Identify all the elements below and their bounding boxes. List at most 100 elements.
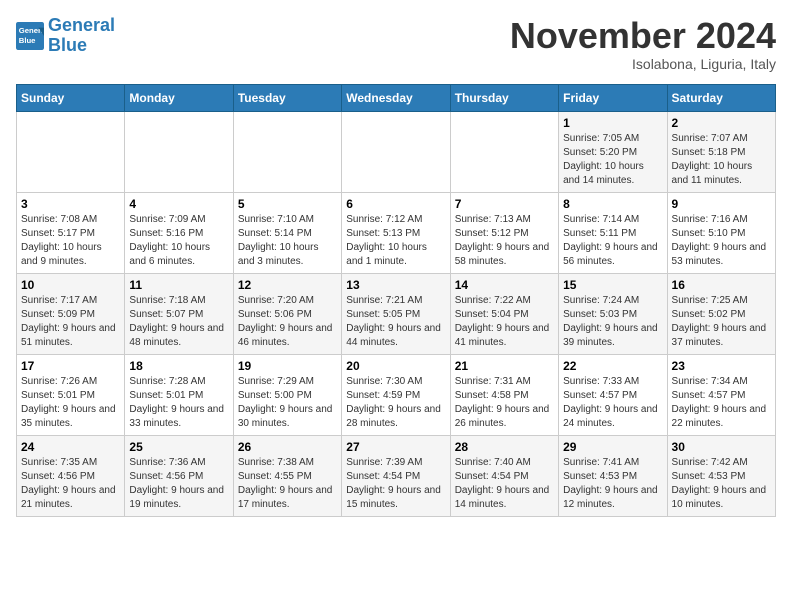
calendar-cell: 23 Sunrise: 7:34 AM Sunset: 4:57 PM Dayli… xyxy=(667,354,775,435)
day-number: 30 xyxy=(672,440,771,454)
col-wednesday: Wednesday xyxy=(342,84,450,111)
day-number: 13 xyxy=(346,278,445,292)
col-friday: Friday xyxy=(559,84,667,111)
day-info: Sunrise: 7:36 AM Sunset: 4:56 PM Dayligh… xyxy=(129,456,228,512)
day-info: Sunrise: 7:20 AM Sunset: 5:06 PM Dayligh… xyxy=(238,294,337,350)
calendar-cell xyxy=(233,111,341,192)
logo: General Blue General Blue xyxy=(16,16,115,56)
day-number: 26 xyxy=(238,440,337,454)
calendar-cell xyxy=(342,111,450,192)
day-number: 1 xyxy=(563,116,662,130)
day-number: 9 xyxy=(672,197,771,211)
day-info: Sunrise: 7:16 AM Sunset: 5:10 PM Dayligh… xyxy=(672,213,771,269)
day-number: 20 xyxy=(346,359,445,373)
calendar-cell: 6 Sunrise: 7:12 AM Sunset: 5:13 PM Daylig… xyxy=(342,192,450,273)
day-number: 6 xyxy=(346,197,445,211)
location-subtitle: Isolabona, Liguria, Italy xyxy=(510,56,776,72)
calendar-cell: 1 Sunrise: 7:05 AM Sunset: 5:20 PM Daylig… xyxy=(559,111,667,192)
day-info: Sunrise: 7:18 AM Sunset: 5:07 PM Dayligh… xyxy=(129,294,228,350)
day-number: 11 xyxy=(129,278,228,292)
calendar-cell: 16Sunrise: 7:25 AM Sunset: 5:02 PM Dayli… xyxy=(667,273,775,354)
calendar-cell: 10Sunrise: 7:17 AM Sunset: 5:09 PM Dayli… xyxy=(17,273,125,354)
week-row-5: 24 Sunrise: 7:35 AM Sunset: 4:56 PM Dayli… xyxy=(17,435,776,516)
day-number: 24 xyxy=(21,440,120,454)
calendar-cell: 8Sunrise: 7:14 AM Sunset: 5:11 PM Daylig… xyxy=(559,192,667,273)
calendar-cell: 19 Sunrise: 7:29 AM Sunset: 5:00 PM Dayli… xyxy=(233,354,341,435)
day-number: 5 xyxy=(238,197,337,211)
day-info: Sunrise: 7:42 AM Sunset: 4:53 PM Dayligh… xyxy=(672,456,771,512)
logo-line2: Blue xyxy=(48,35,87,55)
day-info: Sunrise: 7:21 AM Sunset: 5:05 PM Dayligh… xyxy=(346,294,445,350)
calendar-header: Sunday Monday Tuesday Wednesday Thursday… xyxy=(17,84,776,111)
week-row-4: 17 Sunrise: 7:26 AM Sunset: 5:01 PM Dayli… xyxy=(17,354,776,435)
calendar-cell: 11 Sunrise: 7:18 AM Sunset: 5:07 PM Dayli… xyxy=(125,273,233,354)
day-info: Sunrise: 7:05 AM Sunset: 5:20 PM Dayligh… xyxy=(563,132,662,188)
day-number: 28 xyxy=(455,440,554,454)
day-info: Sunrise: 7:13 AM Sunset: 5:12 PM Dayligh… xyxy=(455,213,554,269)
day-number: 12 xyxy=(238,278,337,292)
day-number: 3 xyxy=(21,197,120,211)
day-number: 17 xyxy=(21,359,120,373)
day-info: Sunrise: 7:35 AM Sunset: 4:56 PM Dayligh… xyxy=(21,456,120,512)
calendar-body: 1 Sunrise: 7:05 AM Sunset: 5:20 PM Daylig… xyxy=(17,111,776,516)
svg-text:Blue: Blue xyxy=(19,36,36,45)
calendar-cell: 18 Sunrise: 7:28 AM Sunset: 5:01 PM Dayli… xyxy=(125,354,233,435)
day-info: Sunrise: 7:24 AM Sunset: 5:03 PM Dayligh… xyxy=(563,294,662,350)
day-number: 23 xyxy=(672,359,771,373)
day-info: Sunrise: 7:17 AM Sunset: 5:09 PM Dayligh… xyxy=(21,294,120,350)
calendar-cell: 7 Sunrise: 7:13 AM Sunset: 5:12 PM Daylig… xyxy=(450,192,558,273)
calendar-table: Sunday Monday Tuesday Wednesday Thursday… xyxy=(16,84,776,517)
header-row: Sunday Monday Tuesday Wednesday Thursday… xyxy=(17,84,776,111)
col-sunday: Sunday xyxy=(17,84,125,111)
calendar-cell xyxy=(450,111,558,192)
page-header: General Blue General Blue November 2024 … xyxy=(16,16,776,72)
calendar-cell: 30 Sunrise: 7:42 AM Sunset: 4:53 PM Dayli… xyxy=(667,435,775,516)
day-number: 18 xyxy=(129,359,228,373)
calendar-cell: 27 Sunrise: 7:39 AM Sunset: 4:54 PM Dayli… xyxy=(342,435,450,516)
day-info: Sunrise: 7:34 AM Sunset: 4:57 PM Dayligh… xyxy=(672,375,771,431)
logo-line1: General xyxy=(48,15,115,35)
day-info: Sunrise: 7:10 AM Sunset: 5:14 PM Dayligh… xyxy=(238,213,337,269)
calendar-cell: 13 Sunrise: 7:21 AM Sunset: 5:05 PM Dayli… xyxy=(342,273,450,354)
day-info: Sunrise: 7:38 AM Sunset: 4:55 PM Dayligh… xyxy=(238,456,337,512)
calendar-cell: 24 Sunrise: 7:35 AM Sunset: 4:56 PM Dayli… xyxy=(17,435,125,516)
week-row-1: 1 Sunrise: 7:05 AM Sunset: 5:20 PM Daylig… xyxy=(17,111,776,192)
day-number: 2 xyxy=(672,116,771,130)
day-info: Sunrise: 7:33 AM Sunset: 4:57 PM Dayligh… xyxy=(563,375,662,431)
day-number: 22 xyxy=(563,359,662,373)
logo-text: General Blue xyxy=(48,16,115,56)
day-info: Sunrise: 7:26 AM Sunset: 5:01 PM Dayligh… xyxy=(21,375,120,431)
day-info: Sunrise: 7:09 AM Sunset: 5:16 PM Dayligh… xyxy=(129,213,228,269)
day-info: Sunrise: 7:12 AM Sunset: 5:13 PM Dayligh… xyxy=(346,213,445,269)
day-number: 29 xyxy=(563,440,662,454)
day-info: Sunrise: 7:28 AM Sunset: 5:01 PM Dayligh… xyxy=(129,375,228,431)
calendar-cell: 20Sunrise: 7:30 AM Sunset: 4:59 PM Dayli… xyxy=(342,354,450,435)
week-row-2: 3 Sunrise: 7:08 AM Sunset: 5:17 PM Daylig… xyxy=(17,192,776,273)
day-info: Sunrise: 7:08 AM Sunset: 5:17 PM Dayligh… xyxy=(21,213,120,269)
calendar-cell: 28 Sunrise: 7:40 AM Sunset: 4:54 PM Dayli… xyxy=(450,435,558,516)
calendar-cell xyxy=(125,111,233,192)
svg-text:General: General xyxy=(19,26,44,35)
day-number: 19 xyxy=(238,359,337,373)
calendar-cell: 21Sunrise: 7:31 AM Sunset: 4:58 PM Dayli… xyxy=(450,354,558,435)
day-number: 4 xyxy=(129,197,228,211)
day-info: Sunrise: 7:39 AM Sunset: 4:54 PM Dayligh… xyxy=(346,456,445,512)
logo-icon: General Blue xyxy=(16,22,44,50)
title-block: November 2024 Isolabona, Liguria, Italy xyxy=(510,16,776,72)
week-row-3: 10Sunrise: 7:17 AM Sunset: 5:09 PM Dayli… xyxy=(17,273,776,354)
calendar-cell: 17 Sunrise: 7:26 AM Sunset: 5:01 PM Dayli… xyxy=(17,354,125,435)
day-number: 7 xyxy=(455,197,554,211)
calendar-cell: 3 Sunrise: 7:08 AM Sunset: 5:17 PM Daylig… xyxy=(17,192,125,273)
calendar-cell xyxy=(17,111,125,192)
day-info: Sunrise: 7:22 AM Sunset: 5:04 PM Dayligh… xyxy=(455,294,554,350)
day-number: 27 xyxy=(346,440,445,454)
col-tuesday: Tuesday xyxy=(233,84,341,111)
calendar-cell: 12 Sunrise: 7:20 AM Sunset: 5:06 PM Dayli… xyxy=(233,273,341,354)
calendar-cell: 26 Sunrise: 7:38 AM Sunset: 4:55 PM Dayli… xyxy=(233,435,341,516)
day-number: 14 xyxy=(455,278,554,292)
day-info: Sunrise: 7:29 AM Sunset: 5:00 PM Dayligh… xyxy=(238,375,337,431)
month-title: November 2024 xyxy=(510,16,776,56)
col-monday: Monday xyxy=(125,84,233,111)
calendar-cell: 29Sunrise: 7:41 AM Sunset: 4:53 PM Dayli… xyxy=(559,435,667,516)
day-info: Sunrise: 7:40 AM Sunset: 4:54 PM Dayligh… xyxy=(455,456,554,512)
